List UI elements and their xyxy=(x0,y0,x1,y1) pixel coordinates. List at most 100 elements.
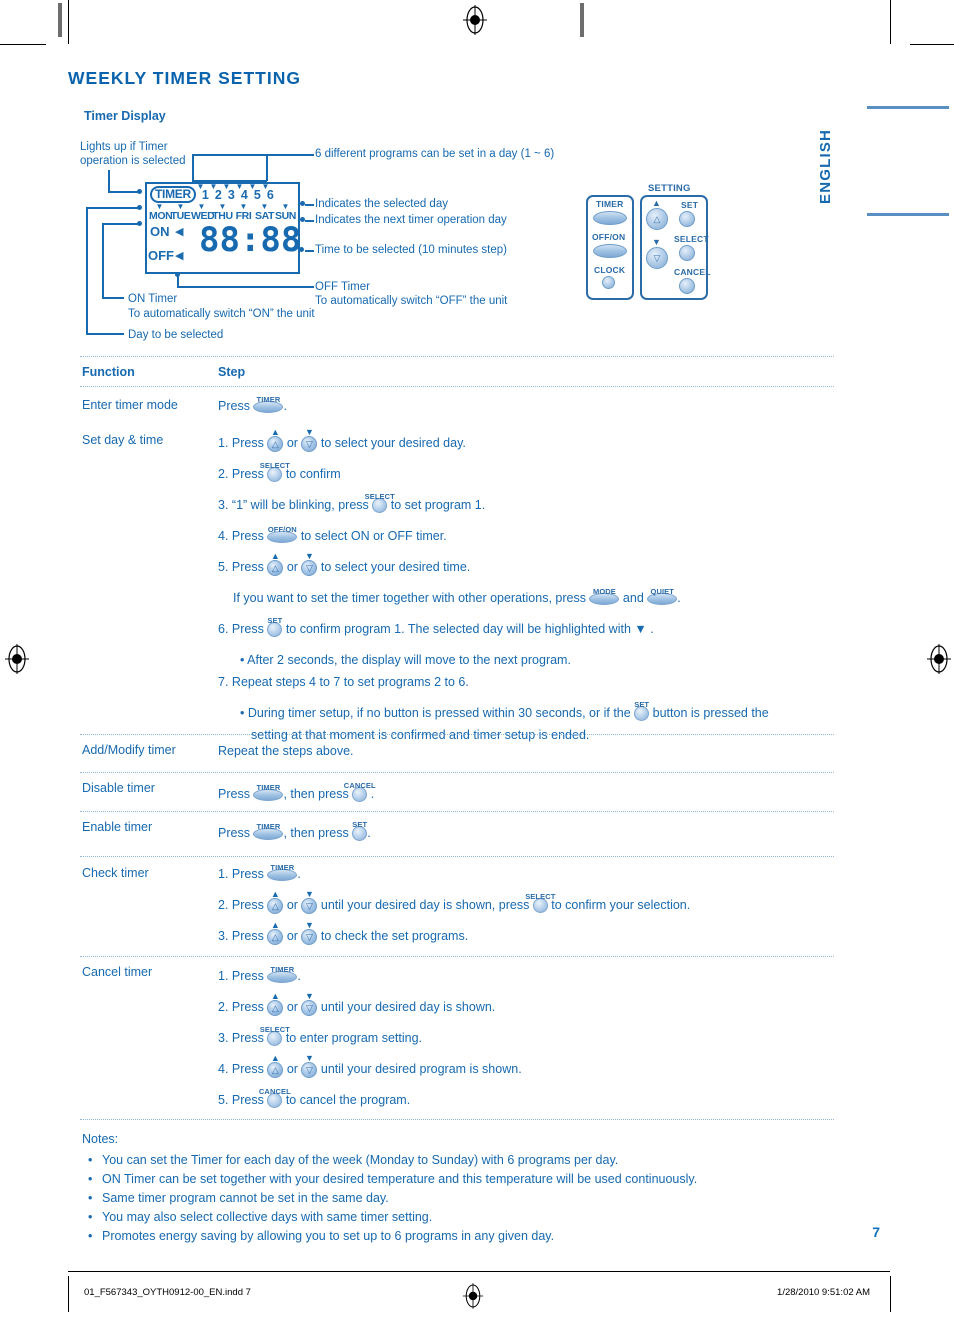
table-row-divider xyxy=(80,772,834,773)
step-text: to select ON or OFF timer. xyxy=(297,529,447,543)
table-row-step: 5. Press CANCEL to cancel the program. xyxy=(218,1087,411,1109)
lcd-program-triangle-icon: ▼ xyxy=(261,182,270,191)
select-round-caption: SELECT xyxy=(364,492,395,502)
remote-down-button[interactable]: ▽ xyxy=(646,247,668,269)
inline-select-round-button[interactable]: SELECT xyxy=(260,1025,290,1047)
note-item: • Same timer program cannot be set in the… xyxy=(88,1191,389,1205)
note-item: • Promotes energy saving by allowing you … xyxy=(88,1229,554,1243)
step-text: . xyxy=(283,399,287,413)
inline-up-button[interactable]: △ ▲ xyxy=(267,920,284,945)
up-caret-icon: ▲ xyxy=(270,888,280,899)
inline-select-round-button[interactable]: SELECT xyxy=(365,492,395,514)
up-caret-icon: ▲ xyxy=(270,426,280,437)
inline-up-button[interactable]: △ ▲ xyxy=(267,1053,284,1078)
inline-down-button[interactable]: ▽ ▼ xyxy=(301,1053,318,1078)
lcd-time-digits: 88:88 xyxy=(199,220,302,260)
inline-down-button[interactable]: ▽ ▼ xyxy=(301,991,318,1016)
inline-up-button[interactable]: △ ▲ xyxy=(267,551,284,576)
mode-oval-caption: MODE xyxy=(592,586,616,596)
callout-on-timer-line2: To automatically switch “ON” the unit xyxy=(128,308,315,320)
callout-off-timer-line2: To automatically switch “OFF” the unit xyxy=(315,295,508,307)
inline-up-button[interactable]: △ ▲ xyxy=(267,889,284,914)
inline-down-button[interactable]: ▽ ▼ xyxy=(301,889,318,914)
table-row-function: Set day & time xyxy=(82,433,164,447)
callout-line-on-timer-v xyxy=(102,223,104,298)
down-caret-icon: ▼ xyxy=(304,888,314,899)
inline-set-round-button[interactable]: SET xyxy=(267,616,283,638)
remote-timer-button[interactable] xyxy=(593,211,627,225)
table-row-divider xyxy=(80,956,834,957)
inline-cancel-round-button[interactable]: CANCEL xyxy=(344,781,376,803)
table-row-divider xyxy=(80,856,834,857)
inline-down-button[interactable]: ▽ ▼ xyxy=(301,427,318,452)
step-text: If you want to set the timer together wi… xyxy=(233,591,590,605)
table-row-step: 4. Press △ ▲ or ▽ ▼ until your desired pro… xyxy=(218,1053,522,1078)
step-number: 2. xyxy=(218,898,229,912)
note-item: • You may also select collective days wit… xyxy=(88,1210,432,1224)
timer-oval-icon: TIMER xyxy=(253,395,284,413)
inline-set-round-button[interactable]: SET xyxy=(634,700,650,722)
inline-timer-oval-button[interactable]: TIMER xyxy=(267,863,298,883)
offon-oval-icon: OFF/ON xyxy=(267,525,298,543)
timer-display-diagram: TIMER 123456 ▼ ▼ ▼ ▼ ▼ ▼ ▼ ▼ ▼ ▼ ▼ ▼ ▼ MON TUE WED THU… xyxy=(80,140,620,345)
timer-oval-caption: TIMER xyxy=(256,782,281,792)
select-round-caption: SELECT xyxy=(259,461,290,471)
callout-dot-lights-up xyxy=(137,189,142,194)
step-text: setting at that moment is confirmed and … xyxy=(251,728,590,742)
up-caret-icon: ▲ xyxy=(270,1052,280,1063)
page-title: WEEKLY TIMER SETTING xyxy=(68,68,301,88)
up-caret-icon: ▲ xyxy=(270,990,280,1001)
inline-timer-oval-button[interactable]: TIMER xyxy=(267,965,298,985)
callout-line-programs-v1 xyxy=(192,154,194,181)
step-text: Press xyxy=(228,929,268,943)
note-text: ON Timer can be set together with your d… xyxy=(102,1172,698,1186)
inline-select-round-button[interactable]: SELECT xyxy=(260,461,290,483)
inline-set-round-button[interactable]: SET xyxy=(352,820,368,842)
remote-up-button[interactable]: △ xyxy=(646,208,668,230)
remote-cancel-button[interactable] xyxy=(679,278,695,294)
table-row-step: 2. Press △ ▲ or ▽ ▼ until your desired day… xyxy=(218,991,495,1016)
lcd-program-triangle-icon: ▼ xyxy=(209,182,218,191)
inline-timer-oval-button[interactable]: TIMER xyxy=(253,395,284,415)
remote-set-button[interactable] xyxy=(679,211,695,227)
inline-down-button[interactable]: ▽ ▼ xyxy=(301,920,318,945)
lcd-program-triangle-icon: ▼ xyxy=(196,182,205,191)
step-number: 2. xyxy=(218,1000,229,1014)
inline-offon-oval-button[interactable]: OFF/ON xyxy=(267,525,298,545)
step-number: 3. xyxy=(218,1031,229,1045)
step-text: to set program 1. xyxy=(387,498,486,512)
inline-timer-oval-button[interactable]: TIMER xyxy=(253,783,284,803)
step-text: until your desired program is shown. xyxy=(317,1062,522,1076)
remote-clock-button[interactable] xyxy=(602,276,615,289)
remote-select-button[interactable] xyxy=(679,245,695,261)
lcd-program-triangle-icon: ▼ xyxy=(235,182,244,191)
inline-up-button[interactable]: △ ▲ xyxy=(267,991,284,1016)
set-round-caption: SET xyxy=(267,616,283,626)
inline-mode-oval-button[interactable]: MODE xyxy=(589,587,620,607)
callout-line-next-day xyxy=(305,220,314,222)
inline-select-round-button[interactable]: SELECT xyxy=(525,892,555,914)
color-calibration-bar xyxy=(580,3,584,37)
callout-selected-day: Indicates the selected day xyxy=(315,198,448,210)
step-text: to cancel the program. xyxy=(282,1093,411,1107)
callout-day-selected: Day to be selected xyxy=(128,329,224,341)
remote-offon-button[interactable] xyxy=(593,244,627,258)
step-text: . xyxy=(367,826,371,840)
inline-cancel-round-button[interactable]: CANCEL xyxy=(259,1087,291,1109)
inline-down-button[interactable]: ▽ ▼ xyxy=(301,551,318,576)
inline-timer-oval-button[interactable]: TIMER xyxy=(253,822,284,842)
up-arrow-icon: △ ▲ xyxy=(267,1053,284,1078)
step-text: or xyxy=(283,929,302,943)
lcd-panel: TIMER 123456 ▼ ▼ ▼ ▼ ▼ ▼ ▼ ▼ ▼ ▼ ▼ ▼ ▼ MON TUE WED THU… xyxy=(145,182,302,274)
table-row-step: Press TIMER, then press CANCEL . xyxy=(218,781,376,803)
inline-quiet-oval-button[interactable]: QUIET xyxy=(647,587,678,607)
step-number: 4. xyxy=(218,1062,229,1076)
step-text: Press xyxy=(228,622,268,636)
remote-timer-label: TIMER xyxy=(596,199,624,209)
timer-oval-caption: TIMER xyxy=(256,821,281,831)
table-row-step: Press TIMER. xyxy=(218,395,287,415)
lcd-program-triangle-icon: ▼ xyxy=(222,182,231,191)
step-number: 5. xyxy=(218,560,229,574)
inline-up-button[interactable]: △ ▲ xyxy=(267,427,284,452)
down-arrow-icon: ▽ ▼ xyxy=(301,551,318,576)
